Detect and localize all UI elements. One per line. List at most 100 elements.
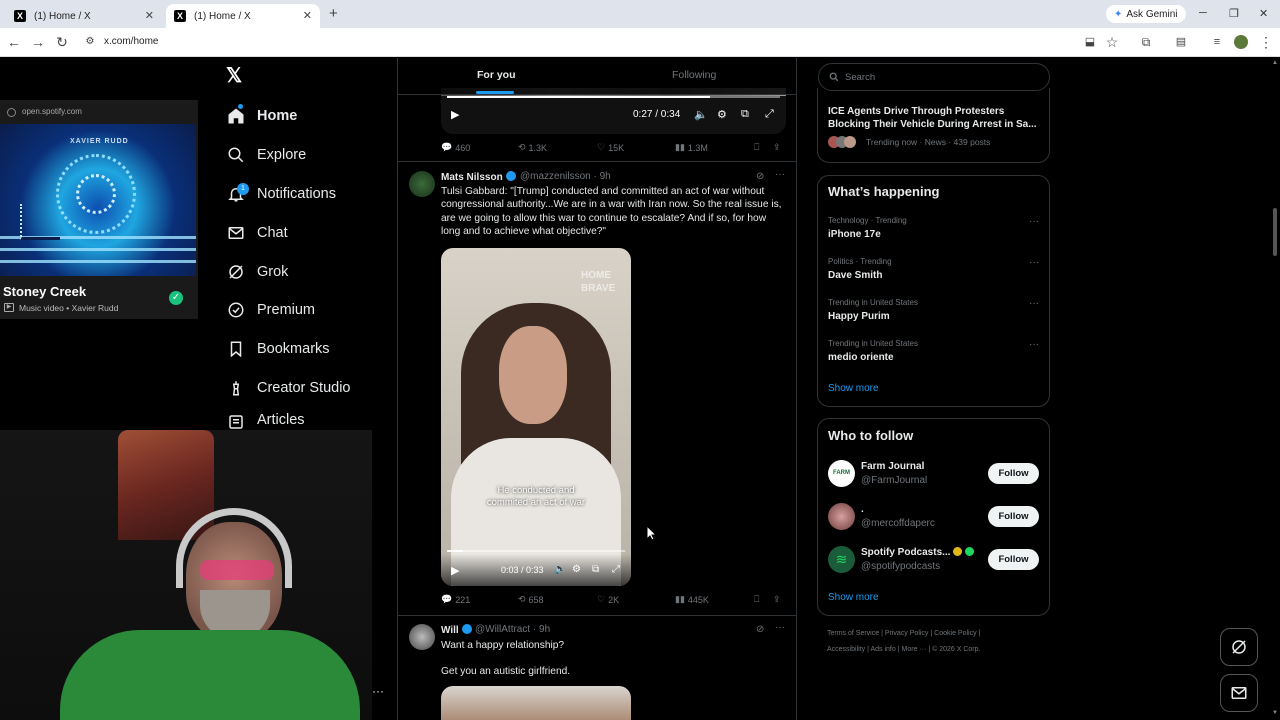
extensions-icon[interactable]: ⧉: [1138, 34, 1154, 50]
nav-notifications[interactable]: 1 Notifications: [226, 179, 336, 209]
reload-icon[interactable]: ↻: [54, 34, 70, 50]
post-handle[interactable]: @mazzenilsson · 9h: [520, 171, 611, 182]
views-button[interactable]: ▮▮ 1.3M: [675, 142, 708, 153]
settings-icon[interactable]: ⚙: [717, 108, 727, 121]
avatar[interactable]: [409, 171, 435, 197]
like-button[interactable]: ♡ 2K: [597, 594, 619, 605]
window-close-icon[interactable]: ✕: [1259, 7, 1268, 20]
more-icon[interactable]: ···: [1029, 257, 1039, 268]
page-scrollbar[interactable]: ▲ ▼: [1270, 58, 1280, 720]
nav-articles[interactable]: Articles: [226, 412, 305, 430]
grok-fab-button[interactable]: [1220, 628, 1258, 666]
share-icon[interactable]: ⇪: [773, 142, 781, 153]
grok-icon[interactable]: ⊘: [756, 171, 764, 182]
nav-bookmarks[interactable]: Bookmarks: [226, 334, 330, 364]
address-bar[interactable]: x.com/home: [104, 36, 158, 47]
footer-link[interactable]: More ···: [902, 646, 927, 653]
volume-icon[interactable]: 🔈: [554, 564, 566, 575]
forward-icon[interactable]: →: [30, 34, 46, 50]
play-icon[interactable]: ▶: [451, 108, 459, 121]
volume-icon[interactable]: 🔈: [694, 108, 708, 121]
repost-button[interactable]: ⟲ 658: [518, 594, 544, 605]
pip-icon[interactable]: ⧉: [741, 108, 749, 121]
footer-link[interactable]: Terms of Service: [827, 630, 879, 637]
nav-home[interactable]: Home: [226, 101, 297, 131]
tab-for-you[interactable]: For you: [477, 69, 516, 81]
nav-creator-studio[interactable]: Creator Studio: [226, 373, 351, 403]
trend-item[interactable]: Trending in United States Happy Purim ··…: [818, 294, 1049, 334]
scroll-down-icon[interactable]: ▼: [1272, 710, 1278, 716]
reply-button[interactable]: 💬 460: [441, 142, 470, 153]
post-author[interactable]: Mats Nilsson: [441, 171, 516, 183]
share-icon[interactable]: ⇪: [773, 594, 781, 605]
site-info-icon[interactable]: ⚙: [82, 34, 98, 50]
x-logo-icon[interactable]: 𝕏: [226, 66, 246, 86]
follow-suggestion[interactable]: ≋ Spotify Podcasts... @spotifypodcasts F…: [818, 545, 1049, 583]
nav-grok[interactable]: Grok: [226, 257, 288, 287]
post-image[interactable]: [441, 686, 631, 720]
avatar[interactable]: [409, 624, 435, 650]
browser-tab[interactable]: X (1) Home / X ✕: [6, 4, 162, 28]
footer-link[interactable]: Privacy Policy: [885, 630, 929, 637]
pip-icon[interactable]: ⧉: [592, 564, 599, 575]
video-progress-track[interactable]: [447, 550, 625, 552]
restore-icon[interactable]: ❐: [1229, 7, 1239, 20]
play-icon[interactable]: ▶: [451, 564, 459, 577]
star-icon[interactable]: ☆: [1104, 34, 1120, 50]
show-more-link[interactable]: Show more: [828, 592, 879, 603]
browser-tab-active[interactable]: X (1) Home / X ✕: [166, 4, 320, 28]
post-handle[interactable]: @WillAttract · 9h: [475, 624, 550, 635]
nav-explore[interactable]: Explore: [226, 140, 306, 170]
repost-button[interactable]: ⟲ 1.3K: [518, 142, 547, 153]
grok-icon[interactable]: ⊘: [756, 624, 764, 635]
nav-premium[interactable]: Premium: [226, 295, 315, 325]
fullscreen-icon[interactable]: ⤢: [765, 108, 774, 121]
settings-icon[interactable]: ⚙: [572, 564, 581, 575]
views-button[interactable]: ▮▮ 445K: [675, 594, 709, 605]
bookmark-icon[interactable]: ⎕: [754, 594, 759, 605]
news-card[interactable]: ICE Agents Drive Through Protesters Bloc…: [817, 88, 1050, 163]
footer-link[interactable]: Accessibility: [827, 646, 865, 653]
back-icon[interactable]: ←: [6, 34, 22, 50]
more-icon[interactable]: ···: [775, 169, 785, 180]
more-icon[interactable]: ···: [1029, 216, 1039, 227]
sidepanel-icon[interactable]: ▤: [1173, 34, 1189, 50]
tab-following[interactable]: Following: [672, 69, 716, 81]
more-icon[interactable]: ···: [775, 622, 785, 633]
ask-gemini-button[interactable]: ✦ Ask Gemini: [1106, 5, 1186, 23]
nav-chat[interactable]: Chat: [226, 218, 288, 248]
show-more-link[interactable]: Show more: [828, 383, 879, 394]
like-button[interactable]: ♡ 15K: [597, 142, 624, 153]
trend-item[interactable]: Technology · Trending iPhone 17e ···: [818, 212, 1049, 252]
spotify-mini-player[interactable]: open.spotify.com XAVIER RUDD Stoney Cree…: [0, 100, 198, 319]
trend-item[interactable]: Politics · Trending Dave Smith ···: [818, 253, 1049, 293]
post-video[interactable]: HOME BRAVE He conducted and commited an …: [441, 248, 631, 586]
reply-button[interactable]: 💬 221: [441, 594, 470, 605]
follow-button[interactable]: Follow: [988, 506, 1039, 527]
follow-suggestion[interactable]: FARM Farm Journal @FarmJournal Follow: [818, 459, 1049, 497]
more-icon[interactable]: ···: [1029, 298, 1039, 309]
more-icon[interactable]: ···: [372, 684, 384, 698]
close-icon[interactable]: ✕: [303, 9, 312, 22]
post-author[interactable]: Will: [441, 624, 472, 636]
menu-icon[interactable]: ⋮: [1258, 34, 1274, 50]
close-icon[interactable]: ✕: [145, 9, 154, 22]
new-tab-button[interactable]: +: [329, 5, 338, 22]
bookmark-icon[interactable]: ⎕: [754, 142, 759, 153]
scrollbar-thumb[interactable]: [1273, 208, 1277, 256]
minimize-icon[interactable]: ─: [1199, 7, 1207, 19]
search-input[interactable]: Search: [818, 63, 1050, 91]
follow-suggestion[interactable]: . @mercoffdaperc Follow: [818, 502, 1049, 540]
trend-item[interactable]: Trending in United States medio oriente …: [818, 335, 1049, 375]
install-icon[interactable]: ⬓: [1082, 34, 1098, 50]
follow-button[interactable]: Follow: [988, 549, 1039, 570]
footer-link[interactable]: Ads info: [870, 646, 895, 653]
footer-link[interactable]: Cookie Policy: [934, 630, 976, 637]
media-icon[interactable]: ≡: [1209, 34, 1225, 50]
scroll-up-icon[interactable]: ▲: [1272, 60, 1278, 66]
profile-avatar[interactable]: [1234, 35, 1248, 49]
messages-fab-button[interactable]: [1220, 674, 1258, 712]
more-icon[interactable]: ···: [1029, 339, 1039, 350]
fullscreen-icon[interactable]: ⤢: [612, 564, 620, 575]
video-progress-track[interactable]: [447, 96, 780, 98]
